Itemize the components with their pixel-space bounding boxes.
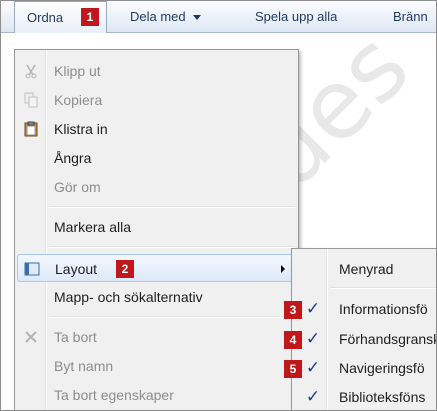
submenu-item-details-pane[interactable]: 3 ✓ Informationsfö (284, 294, 436, 324)
checkmark-icon: ✓ (305, 329, 321, 348)
play-all-label: Spela upp alla (255, 9, 338, 24)
organize-button[interactable]: Ordna 1 (14, 1, 107, 33)
menu-item-remove-properties[interactable]: Ta bort egenskaper (15, 381, 298, 409)
menu-item-label: Ångra (54, 150, 92, 166)
submenu-arrow-icon (281, 265, 285, 273)
menu-item-delete[interactable]: Ta bort (15, 323, 298, 351)
menu-item-redo[interactable]: Gör om (15, 173, 298, 201)
paste-icon (23, 121, 39, 137)
chevron-down-icon (192, 15, 201, 21)
menu-item-cut[interactable]: Klipp ut (15, 57, 298, 85)
menu-item-label: Ta bort (54, 329, 97, 345)
checkmark-icon: ✓ (305, 299, 321, 318)
submenu-item-label: Navigeringsfö (339, 360, 425, 376)
submenu-item-label: Biblioteksföns (339, 389, 426, 405)
step-badge-2: 2 (116, 260, 134, 278)
submenu-item-label: Informationsfö (339, 301, 428, 317)
menu-item-label: Ta bort egenskaper (54, 387, 174, 403)
share-label: Dela med (130, 9, 186, 24)
copy-icon (23, 92, 39, 108)
menu-item-select-all[interactable]: Markera alla (15, 213, 298, 241)
submenu-item-preview-pane[interactable]: 4 ✓ Förhandsgransk (284, 324, 437, 354)
menu-item-folder-options[interactable]: Mapp- och sökalternativ (15, 283, 298, 311)
checkmark-icon: ✓ (305, 387, 321, 406)
step-badge-1: 1 (81, 8, 99, 26)
menu-item-layout[interactable]: Layout 2 (17, 254, 296, 282)
burn-button[interactable]: Bränn (393, 1, 428, 32)
menu-item-label: Gör om (54, 179, 101, 195)
explorer-window: Ordna 1 Dela med Spela upp alla Bränn de… (0, 0, 437, 411)
menu-item-label: Markera alla (54, 219, 132, 235)
menu-item-label: Layout (55, 261, 98, 277)
step-badge-5: 5 (284, 360, 302, 378)
submenu-item-library-pane[interactable]: ✓ Biblioteksföns (292, 382, 436, 410)
menu-item-paste[interactable]: Klistra in (15, 115, 298, 143)
organize-label: Ordna (27, 10, 64, 25)
submenu-item-navigation-pane[interactable]: 5 ✓ Navigeringsfö (284, 353, 436, 383)
burn-label: Bränn (393, 9, 428, 24)
menu-item-undo[interactable]: Ångra (15, 144, 298, 172)
submenu-item-label: Menyrad (339, 261, 394, 277)
submenu-item-label: Förhandsgransk (339, 331, 437, 347)
delete-x-icon (23, 329, 39, 345)
step-badge-4: 4 (284, 331, 302, 349)
share-button[interactable]: Dela med (130, 1, 201, 32)
menu-separator (49, 316, 295, 318)
layout-icon (24, 261, 40, 277)
command-bar: Ordna 1 Dela med Spela upp alla Bränn (1, 1, 436, 33)
submenu-item-menu-bar[interactable]: Menyrad (292, 254, 436, 284)
layout-submenu: Menyrad 3 ✓ Informationsfö 4 ✓ Förhandsg… (284, 248, 437, 410)
organize-menu: Klipp ut Kopiera Klistra in Ångra Gör om… (14, 49, 299, 410)
scissors-icon (23, 63, 39, 79)
checkmark-icon: ✓ (305, 358, 321, 377)
menu-item-label: Mapp- och sökalternativ (54, 289, 203, 305)
menu-item-label: Kopiera (54, 92, 103, 108)
menu-separator (49, 206, 295, 208)
submenu-separator (330, 287, 436, 289)
menu-item-label: Klipp ut (54, 63, 101, 79)
step-badge-3: 3 (284, 301, 302, 319)
menu-item-label: Byt namn (54, 358, 114, 374)
menu-item-copy[interactable]: Kopiera (15, 86, 298, 114)
menu-item-label: Klistra in (54, 121, 108, 137)
menu-item-rename[interactable]: Byt namn (15, 352, 298, 380)
menu-separator (49, 246, 295, 248)
play-all-button[interactable]: Spela upp alla (255, 1, 337, 32)
